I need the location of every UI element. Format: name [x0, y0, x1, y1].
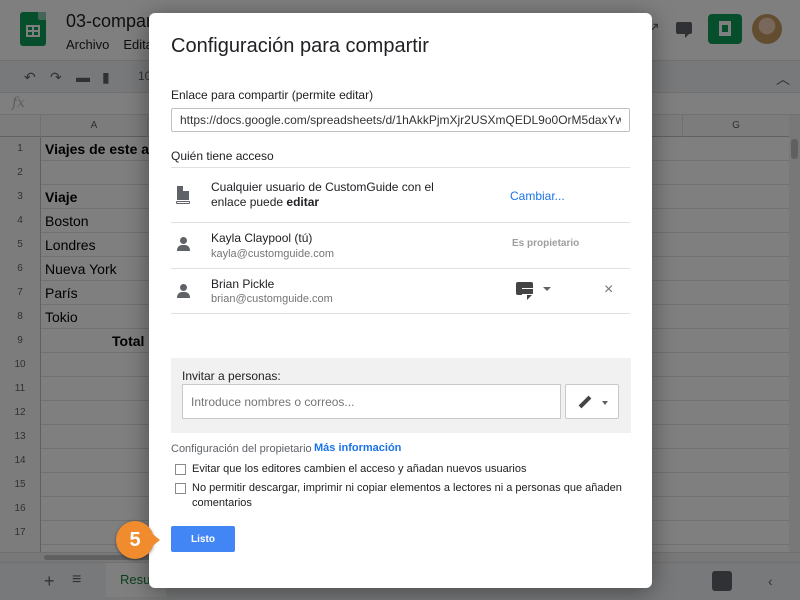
divider: [171, 268, 630, 269]
share-link-field[interactable]: [171, 108, 630, 132]
share-settings-dialog: Configuración para compartir Enlace para…: [149, 13, 652, 588]
owner-settings-label: Configuración del propietario: [171, 443, 312, 455]
access-label: Quién tiene acceso: [171, 149, 274, 163]
permission-dropdown[interactable]: [513, 279, 555, 301]
invite-panel: Invitar a personas:: [171, 358, 631, 433]
invite-input[interactable]: [182, 384, 561, 419]
step-badge: 5: [116, 521, 160, 559]
option-label: Evitar que los editores cambien el acces…: [192, 463, 527, 475]
option-prevent-editors[interactable]: Evitar que los editores cambien el acces…: [175, 462, 625, 477]
domain-icon: [171, 183, 195, 207]
invite-permission-dropdown[interactable]: [565, 384, 619, 419]
option-disable-download[interactable]: No permitir descargar, imprimir ni copia…: [175, 481, 625, 511]
comment-icon: [516, 282, 533, 300]
dialog-title: Configuración para compartir: [171, 35, 429, 57]
change-link-access-link[interactable]: Cambiar...: [510, 189, 565, 203]
owner-role-label: Es propietario: [512, 238, 580, 249]
checkbox[interactable]: [175, 464, 186, 475]
owner-email: kayla@customguide.com: [211, 248, 335, 260]
divider: [171, 167, 630, 168]
collaborator-email: brian@customguide.com: [211, 293, 333, 305]
divider: [171, 313, 630, 314]
invite-label: Invitar a personas:: [182, 369, 281, 383]
more-info-link[interactable]: Más información: [314, 442, 401, 454]
caret-down-icon: [602, 401, 608, 405]
link-access-description: Cualquier usuario de CustomGuide con el …: [211, 180, 434, 209]
person-icon: [171, 279, 195, 303]
pencil-icon: [578, 395, 592, 409]
done-button[interactable]: Listo: [171, 526, 235, 552]
divider: [171, 222, 630, 223]
caret-down-icon: [543, 287, 551, 291]
option-label: No permitir descargar, imprimir ni copia…: [192, 482, 622, 509]
person-icon: [171, 232, 195, 256]
remove-collaborator-button[interactable]: ×: [604, 281, 613, 299]
collaborator-name: Brian Pickle: [211, 277, 275, 291]
checkbox[interactable]: [175, 483, 186, 494]
share-link-label: Enlace para compartir (permite editar): [171, 88, 374, 102]
owner-name: Kayla Claypool (tú): [211, 231, 313, 245]
